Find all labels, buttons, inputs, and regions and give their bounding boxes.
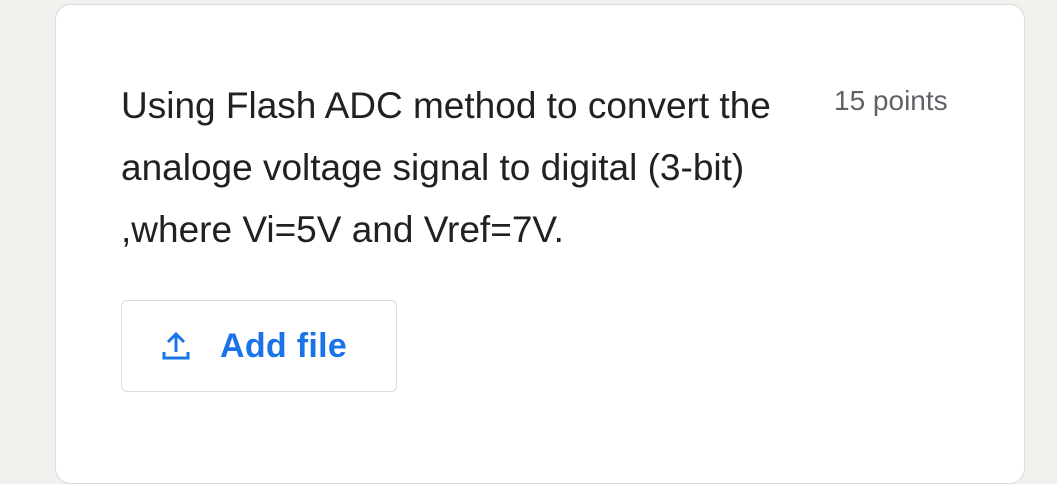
points-label: 15 points	[834, 85, 948, 116]
question-text: Using Flash ADC method to convert the an…	[121, 85, 771, 250]
upload-icon	[160, 330, 192, 362]
question-card: Using Flash ADC method to convert the an…	[55, 4, 1025, 484]
add-file-button[interactable]: Add file	[121, 300, 397, 392]
add-file-label: Add file	[220, 326, 348, 365]
